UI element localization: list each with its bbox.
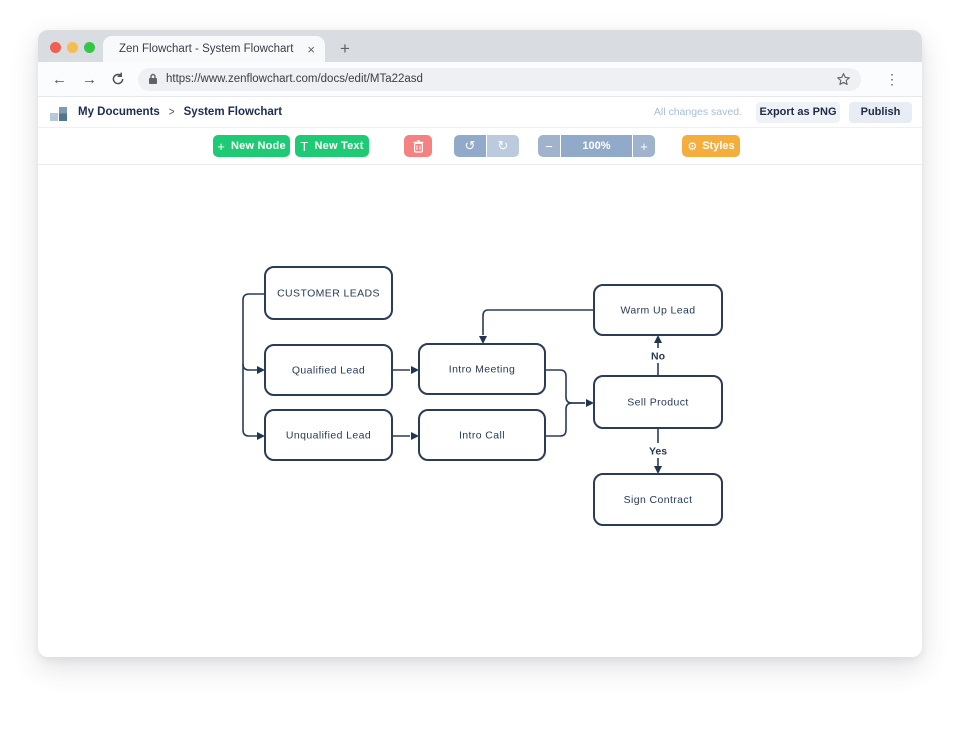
maximize-window-button[interactable] (84, 42, 95, 53)
browser-navbar: ← → https://www.zenflowchart.com/docs/ed… (38, 62, 922, 97)
browser-window: Zen Flowchart - System Flowchart × + ← →… (38, 30, 922, 657)
flow-node-unqualified-lead[interactable]: Unqualified Lead (265, 410, 392, 460)
node-label: Sign Contract (624, 494, 693, 506)
flow-edge (545, 370, 585, 403)
zoom-in-button[interactable]: + (633, 135, 655, 157)
back-icon[interactable]: ← (52, 72, 67, 87)
trash-icon (413, 140, 424, 153)
node-label: Unqualified Lead (286, 430, 371, 442)
flow-node-warm-up-lead[interactable]: Warm Up Lead (594, 285, 722, 335)
document-title[interactable]: System Flowchart (184, 106, 282, 118)
flow-edge (243, 294, 265, 436)
flow-arrowhead (654, 335, 662, 343)
styles-button[interactable]: ⚙ Styles (682, 135, 740, 157)
minimize-window-button[interactable] (67, 42, 78, 53)
url-bar[interactable]: https://www.zenflowchart.com/docs/edit/M… (138, 68, 861, 91)
flow-edge (545, 403, 585, 436)
node-label: CUSTOMER LEADS (277, 288, 380, 300)
flowchart-canvas[interactable]: CUSTOMER LEADS Qualified Lead Unqualified … (38, 165, 922, 657)
node-label: Qualified Lead (292, 365, 365, 377)
edge-label: Yes (649, 446, 667, 458)
flowchart-svg: CUSTOMER LEADS Qualified Lead Unqualified … (38, 165, 922, 657)
editor-toolbar: + New Node T New Text ↺ ↻ − 100% + ⚙ (38, 128, 922, 165)
flow-arrowhead (411, 366, 419, 374)
flow-arrowhead (479, 336, 487, 344)
flow-node-qualified-lead[interactable]: Qualified Lead (265, 345, 392, 395)
gear-icon: ⚙ (687, 140, 697, 153)
history-controls: ↺ ↻ (454, 135, 519, 157)
lock-icon (148, 73, 158, 85)
text-tool-icon: T (300, 139, 308, 154)
undo-button[interactable]: ↺ (454, 135, 486, 157)
flow-edge (243, 364, 257, 370)
browser-menu-icon[interactable]: ⋮ (885, 71, 899, 88)
node-label: Intro Meeting (449, 364, 515, 376)
app-header: My Documents > System Flowchart All chan… (38, 97, 922, 128)
forward-icon[interactable]: → (82, 72, 97, 87)
flow-arrowhead (411, 432, 419, 440)
node-label: Warm Up Lead (620, 305, 695, 317)
url-text: https://www.zenflowchart.com/docs/edit/M… (166, 73, 836, 85)
tab-close-icon[interactable]: × (307, 43, 315, 56)
node-label: Sell Product (627, 397, 688, 409)
breadcrumb-chevron-icon: > (169, 105, 175, 118)
export-png-button[interactable]: Export as PNG (756, 102, 840, 123)
edge-label: No (651, 351, 665, 363)
flow-node-intro-call[interactable]: Intro Call (419, 410, 545, 460)
zoom-out-button[interactable]: − (538, 135, 560, 157)
tab-bar: Zen Flowchart - System Flowchart × + (38, 30, 922, 62)
zoom-level: 100% (561, 135, 632, 157)
flow-edge (483, 310, 594, 335)
new-text-button[interactable]: T New Text (295, 135, 369, 157)
flow-arrowhead (654, 466, 662, 474)
node-label: Intro Call (459, 430, 505, 442)
flow-node-intro-meeting[interactable]: Intro Meeting (419, 344, 545, 394)
save-status: All changes saved. (654, 106, 742, 118)
flow-node-sign-contract[interactable]: Sign Contract (594, 474, 722, 525)
flow-arrowhead (257, 366, 265, 374)
new-node-button[interactable]: + New Node (213, 135, 290, 157)
reload-icon[interactable] (111, 72, 125, 86)
browser-tab[interactable]: Zen Flowchart - System Flowchart × (103, 36, 325, 62)
flow-arrowhead (257, 432, 265, 440)
flow-node-sell-product[interactable]: Sell Product (594, 376, 722, 428)
new-tab-icon[interactable]: + (340, 36, 350, 62)
bookmark-star-icon[interactable] (836, 72, 851, 87)
breadcrumb-my-documents[interactable]: My Documents (78, 106, 160, 118)
close-window-button[interactable] (50, 42, 61, 53)
publish-button[interactable]: Publish (849, 102, 912, 123)
flow-node-customer-leads[interactable]: CUSTOMER LEADS (265, 267, 392, 319)
tab-title: Zen Flowchart - System Flowchart (119, 43, 299, 55)
redo-button[interactable]: ↻ (487, 135, 519, 157)
delete-button[interactable] (404, 135, 432, 157)
zenflowchart-logo-icon (50, 104, 68, 121)
zoom-controls: − 100% + (538, 135, 655, 157)
flow-arrowhead (586, 399, 594, 407)
window-controls (50, 42, 95, 53)
plus-icon: + (217, 139, 225, 154)
